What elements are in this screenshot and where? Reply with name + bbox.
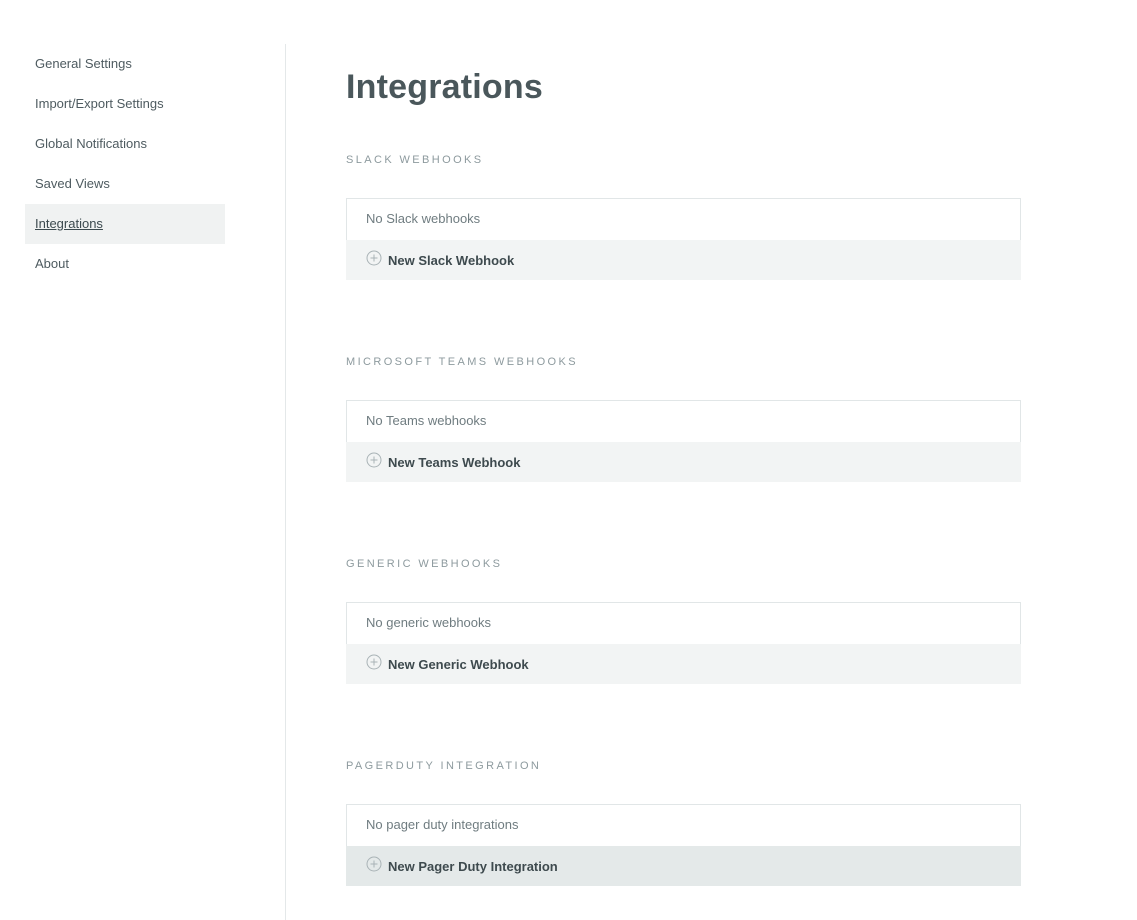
new-slack-webhook-label: New Slack Webhook xyxy=(388,252,515,268)
new-generic-webhook-button[interactable]: New Generic Webhook xyxy=(346,644,1021,684)
slack-webhooks-empty-message: No Slack webhooks xyxy=(346,198,1021,240)
plus-circle-icon xyxy=(366,856,382,872)
section-heading-pagerduty-integration: PAGERDUTY INTEGRATION xyxy=(346,760,542,772)
new-slack-webhook-button[interactable]: New Slack Webhook xyxy=(346,240,1021,280)
generic-webhooks-card: No generic webhooks New Generic Webhook xyxy=(346,602,1021,684)
sidebar-item-integrations[interactable]: Integrations xyxy=(25,204,225,244)
plus-circle-icon xyxy=(366,654,382,670)
section-heading-teams-webhooks: MICROSOFT TEAMS WEBHOOKS xyxy=(346,356,578,368)
sidebar-item-about[interactable]: About xyxy=(25,244,225,284)
new-pager-duty-integration-label: New Pager Duty Integration xyxy=(388,858,558,874)
teams-webhooks-card: No Teams webhooks New Teams Webhook xyxy=(346,400,1021,482)
generic-webhooks-empty-message: No generic webhooks xyxy=(346,602,1021,644)
sidebar-item-import-export-settings[interactable]: Import/Export Settings xyxy=(25,84,225,124)
sidebar-item-global-notifications[interactable]: Global Notifications xyxy=(25,124,225,164)
section-heading-slack-webhooks: SLACK WEBHOOKS xyxy=(346,154,484,166)
new-teams-webhook-button[interactable]: New Teams Webhook xyxy=(346,442,1021,482)
plus-circle-icon xyxy=(366,250,382,266)
page-title: Integrations xyxy=(346,68,543,106)
settings-sidebar: General Settings Import/Export Settings … xyxy=(0,44,286,920)
plus-circle-icon xyxy=(366,452,382,468)
sidebar-item-general-settings[interactable]: General Settings xyxy=(25,44,225,84)
new-teams-webhook-label: New Teams Webhook xyxy=(388,454,521,470)
slack-webhooks-card: No Slack webhooks New Slack Webhook xyxy=(346,198,1021,280)
new-generic-webhook-label: New Generic Webhook xyxy=(388,656,529,672)
new-pager-duty-integration-button[interactable]: New Pager Duty Integration xyxy=(346,846,1021,886)
pagerduty-integrations-card: No pager duty integrations New Pager Dut… xyxy=(346,804,1021,886)
teams-webhooks-empty-message: No Teams webhooks xyxy=(346,400,1021,442)
sidebar-item-saved-views[interactable]: Saved Views xyxy=(25,164,225,204)
pagerduty-integrations-empty-message: No pager duty integrations xyxy=(346,804,1021,846)
section-heading-generic-webhooks: GENERIC WEBHOOKS xyxy=(346,558,503,570)
